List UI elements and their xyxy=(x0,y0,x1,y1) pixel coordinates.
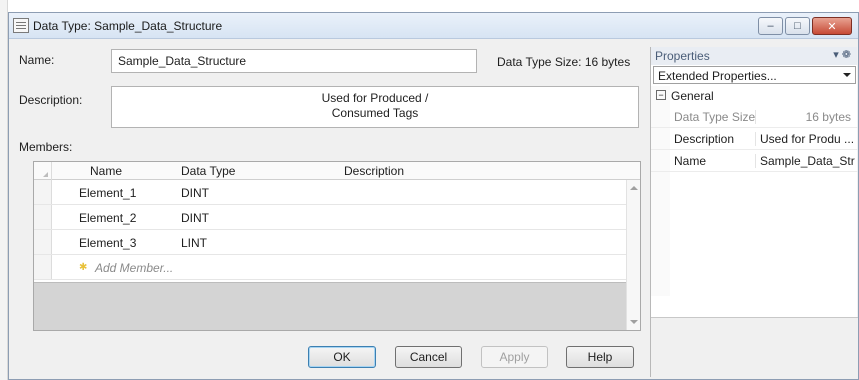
description-line-2: Consumed Tags xyxy=(331,106,419,120)
properties-selector[interactable]: Extended Properties... xyxy=(653,66,856,84)
member-data-type: LINT xyxy=(181,236,208,250)
description-label: Description: xyxy=(19,93,83,107)
select-all-corner[interactable] xyxy=(34,162,52,180)
category-general[interactable]: − General xyxy=(651,86,858,106)
name-label: Name: xyxy=(19,53,55,67)
member-name: Element_2 xyxy=(79,211,137,225)
row-selector[interactable] xyxy=(34,205,52,229)
data-type-size-label: Data Type Size: 16 bytes xyxy=(497,55,631,69)
properties-title: Properties xyxy=(655,49,710,63)
data-type-icon xyxy=(13,18,29,33)
scroll-up-icon[interactable] xyxy=(630,186,638,190)
member-data-type: DINT xyxy=(181,211,209,225)
maximize-button[interactable]: □ xyxy=(785,17,810,35)
grid-empty-area xyxy=(34,282,628,330)
property-value: 16 bytes xyxy=(755,110,855,124)
members-grid[interactable]: Name Data Type Description Element_1 DIN… xyxy=(33,161,641,331)
window-title: Data Type: Sample_Data_Structure xyxy=(33,19,223,33)
add-member-row[interactable]: ✱ Add Member... xyxy=(34,255,628,280)
property-value[interactable]: Used for Produ ... xyxy=(755,132,855,146)
new-row-star-icon: ✱ xyxy=(79,262,88,273)
properties-panel: Properties ▾ ❁ Extended Properties... − … xyxy=(650,47,858,377)
pin-icon[interactable]: ▾ ❁ xyxy=(833,48,851,61)
property-description-area xyxy=(651,317,858,377)
name-field[interactable]: Sample_Data_Structure xyxy=(111,49,477,73)
scroll-down-icon[interactable] xyxy=(630,320,638,324)
minimize-button[interactable]: ‒ xyxy=(758,17,783,35)
chevron-down-icon xyxy=(843,73,851,77)
member-name: Element_1 xyxy=(79,186,137,200)
background-window-edge xyxy=(0,0,8,380)
description-field[interactable]: Used for Produced / Consumed Tags xyxy=(111,86,639,128)
property-key: Description xyxy=(674,132,735,146)
property-row[interactable]: Data Type Size 16 bytes xyxy=(651,106,858,128)
member-name: Element_3 xyxy=(79,236,137,250)
members-label: Members: xyxy=(19,140,73,154)
property-value[interactable]: Sample_Data_Stru xyxy=(755,154,855,168)
column-header-name[interactable]: Name xyxy=(90,164,122,178)
property-key: Name xyxy=(674,154,707,168)
property-key: Data Type Size xyxy=(674,110,756,124)
data-type-dialog: Data Type: Sample_Data_Structure ‒ □ ✕ N… xyxy=(8,12,859,380)
cancel-button[interactable]: Cancel xyxy=(395,346,462,368)
close-button[interactable]: ✕ xyxy=(812,17,852,35)
property-row[interactable]: Name Sample_Data_Stru xyxy=(651,150,858,172)
row-selector[interactable] xyxy=(34,230,52,254)
table-row[interactable]: Element_3 LINT xyxy=(34,230,628,255)
property-row[interactable]: Description Used for Produ ... xyxy=(651,128,858,150)
description-line-1: Used for Produced / xyxy=(321,91,429,105)
row-selector[interactable] xyxy=(34,180,52,204)
category-name: General xyxy=(671,89,714,103)
property-grid: − General Data Type Size 16 bytes Descri… xyxy=(651,86,858,172)
properties-header: Properties ▾ ❁ xyxy=(651,47,857,65)
ok-button[interactable]: OK xyxy=(308,346,376,368)
add-member-placeholder[interactable]: Add Member... xyxy=(95,261,173,275)
table-row[interactable]: Element_2 DINT xyxy=(34,205,628,230)
window-controls: ‒ □ ✕ xyxy=(758,17,852,35)
vertical-scrollbar[interactable] xyxy=(626,180,640,330)
properties-selector-value: Extended Properties... xyxy=(658,69,777,83)
title-bar[interactable]: Data Type: Sample_Data_Structure ‒ □ ✕ xyxy=(9,13,858,39)
collapse-icon[interactable]: − xyxy=(656,90,666,100)
member-data-type: DINT xyxy=(181,186,209,200)
column-header-description[interactable]: Description xyxy=(344,164,404,178)
apply-button[interactable]: Apply xyxy=(481,346,548,368)
help-button[interactable]: Help xyxy=(566,346,634,368)
grid-header: Name Data Type Description xyxy=(34,162,640,180)
table-row[interactable]: Element_1 DINT xyxy=(34,180,628,205)
row-selector[interactable] xyxy=(34,255,52,279)
column-header-data-type[interactable]: Data Type xyxy=(181,164,235,178)
